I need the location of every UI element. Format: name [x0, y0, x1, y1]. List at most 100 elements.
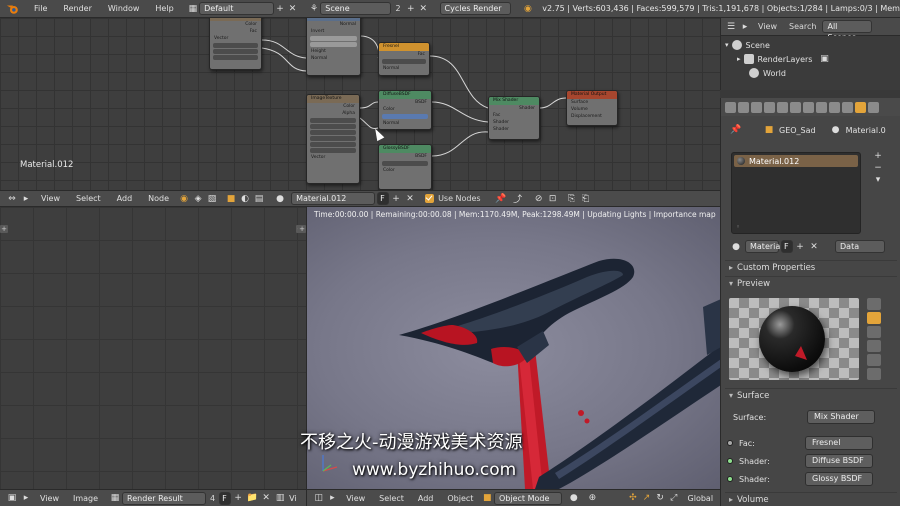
shader2-socket-icon[interactable] [727, 476, 733, 482]
preview-cube-icon[interactable] [867, 326, 881, 338]
remove-scene-icon[interactable]: ✕ [418, 3, 428, 15]
object-shader-icon[interactable]: ■ [225, 193, 237, 205]
material-sphere-icon[interactable]: ● [274, 193, 286, 205]
unlink-datablock-icon[interactable]: ✕ [808, 241, 820, 253]
img-menu-view[interactable]: View [33, 494, 66, 503]
compositing-nodes-icon[interactable]: ▧ [206, 193, 218, 205]
shader1-input-select[interactable]: Diffuse BSDF [805, 454, 873, 468]
v3d-menu-add[interactable]: Add [411, 494, 441, 503]
screen-layout-field[interactable]: Default [199, 2, 274, 15]
node-material-field[interactable]: Material.012 [291, 192, 376, 205]
panel-surface[interactable]: Surface [725, 388, 897, 402]
expand-scene-icon[interactable]: ▾ [725, 41, 729, 49]
tab-texture-icon[interactable] [868, 101, 879, 113]
fac-socket-icon[interactable] [727, 440, 733, 446]
tab-particles-icon[interactable] [829, 101, 840, 113]
outliner-menu-search[interactable]: Search [783, 22, 822, 31]
pin-icon[interactable]: 📌 [495, 193, 507, 205]
rotate-manipulator-icon[interactable]: ↻ [654, 492, 666, 504]
tab-modifiers-icon[interactable] [803, 101, 814, 113]
scene-icon[interactable]: ⚘ [309, 3, 319, 15]
viewport-shading-icon[interactable]: ● [568, 492, 580, 504]
render-slot-icon[interactable]: ▥ [274, 492, 286, 504]
image-name-field[interactable]: Render Result [122, 491, 207, 505]
render-engine-select[interactable]: Cycles Render [439, 2, 511, 15]
view3d-menu-toggle-icon[interactable]: ▸ [327, 492, 339, 504]
node-material-output[interactable]: Material Output Surface Volume Displacem… [566, 90, 618, 126]
pin-context-icon[interactable]: 📌 [730, 124, 742, 136]
img-menu-truncated[interactable]: Vi [287, 494, 299, 503]
renderlayer-link-icon[interactable]: ▣ [818, 53, 830, 65]
tab-renderlayers-icon[interactable] [738, 101, 749, 113]
panel-preview[interactable]: Preview [725, 276, 897, 290]
tab-physics-icon[interactable] [842, 101, 853, 113]
texture-nodes-icon[interactable]: ◈ [192, 193, 204, 205]
add-layout-icon[interactable]: + [275, 3, 285, 15]
blender-logo-icon[interactable] [6, 2, 20, 16]
ne-menu-view[interactable]: View [33, 194, 68, 203]
new-image-icon[interactable]: + [232, 492, 244, 504]
clipboard-copy-icon[interactable]: ⎘ [566, 193, 578, 205]
menu-help[interactable]: Help [147, 4, 181, 13]
manipulator-icon[interactable]: ✣ [627, 492, 639, 504]
properties-editor[interactable]: 📌 ■ GEO_Sad ● Material.0 Material.012 ◦ … [720, 116, 900, 506]
panel-volume[interactable]: Volume [725, 492, 897, 506]
node-glossy-bsdf[interactable]: GlossyBSDF BSDF Color [378, 144, 432, 190]
material-datablock-field[interactable]: Materia [745, 240, 780, 253]
fac-input-select[interactable]: Fresnel [805, 436, 873, 450]
node-imagetexture[interactable]: ImageTexture Color Alpha Vector [306, 94, 360, 184]
outliner-menu-toggle-icon[interactable]: ▸ [739, 21, 751, 33]
snap-icon[interactable]: ⊘ [533, 193, 545, 205]
linestyle-icon[interactable]: ▤ [253, 193, 265, 205]
add-material-icon[interactable]: + [390, 193, 402, 205]
node-editor[interactable]: WaveTexture Color Fac Vector Bump Normal… [0, 18, 720, 190]
scene-field[interactable]: Scene [320, 2, 392, 15]
material-slot-list[interactable]: Material.012 ◦ [731, 152, 861, 234]
preview-hair-icon[interactable] [867, 354, 881, 366]
world-shader-icon[interactable]: ◐ [239, 193, 251, 205]
outliner[interactable]: ▾ Scene ▸ RenderLayers ▣ World [720, 36, 900, 90]
remove-slot-icon[interactable]: − [872, 162, 884, 174]
add-slot-icon[interactable]: + [872, 150, 884, 162]
menu-render[interactable]: Render [55, 4, 99, 13]
browse-material-icon[interactable]: ● [730, 241, 742, 253]
image-browse-icon[interactable]: ▦ [109, 492, 121, 504]
new-material-icon[interactable]: + [794, 241, 806, 253]
open-image-icon[interactable]: 📁 [246, 492, 258, 504]
material-fake-user[interactable]: F [781, 240, 793, 253]
node-bump[interactable]: Bump Normal Invert Height Normal [306, 18, 361, 76]
unlink-material-icon[interactable]: ✕ [404, 193, 416, 205]
preview-sphere-icon[interactable] [867, 312, 881, 324]
translate-manipulator-icon[interactable]: ↗ [641, 492, 653, 504]
screen-layout-icon[interactable]: ▦ [188, 3, 198, 15]
ne-menu-node[interactable]: Node [140, 194, 177, 203]
v3d-menu-select[interactable]: Select [372, 494, 411, 503]
tab-world-icon[interactable] [764, 101, 775, 113]
outliner-item-renderlayers[interactable]: ▸ RenderLayers ▣ [721, 52, 900, 66]
shader2-input-select[interactable]: Glossy BSDF [805, 472, 873, 486]
tab-object-icon[interactable] [777, 101, 788, 113]
material-link-select[interactable]: Data [835, 240, 885, 253]
v3d-menu-view[interactable]: View [339, 494, 372, 503]
shader1-socket-icon[interactable] [727, 458, 733, 464]
outliner-menu-view[interactable]: View [752, 22, 783, 31]
scale-manipulator-icon[interactable]: ⤢ [668, 492, 680, 504]
add-scene-icon[interactable]: + [406, 3, 416, 15]
img-menu-image[interactable]: Image [66, 494, 105, 503]
panel-custom-properties[interactable]: Custom Properties [725, 260, 897, 274]
expand-renderlayers-icon[interactable]: ▸ [737, 55, 741, 63]
fake-user-toggle[interactable]: F [377, 192, 390, 205]
image-menu-toggle-icon[interactable]: ▸ [20, 492, 32, 504]
preview-flat-icon[interactable] [867, 298, 881, 310]
node-wavetexture[interactable]: WaveTexture Color Fac Vector [209, 18, 262, 70]
outliner-item-world[interactable]: World [721, 66, 900, 80]
image-editor[interactable]: + + [0, 207, 306, 489]
tab-data-icon[interactable] [816, 101, 827, 113]
node-mix-shader[interactable]: Mix Shader Shader Fac Shader Shader [488, 96, 540, 140]
snap-type-icon[interactable]: ⊡ [547, 193, 559, 205]
remove-layout-icon[interactable]: ✕ [287, 3, 297, 15]
use-nodes-checkbox[interactable] [425, 194, 435, 203]
view3d-type-icon[interactable]: ◫ [313, 492, 325, 504]
panel-toggle-icon[interactable]: + [0, 225, 8, 233]
surface-shader-select[interactable]: Mix Shader [807, 410, 875, 424]
